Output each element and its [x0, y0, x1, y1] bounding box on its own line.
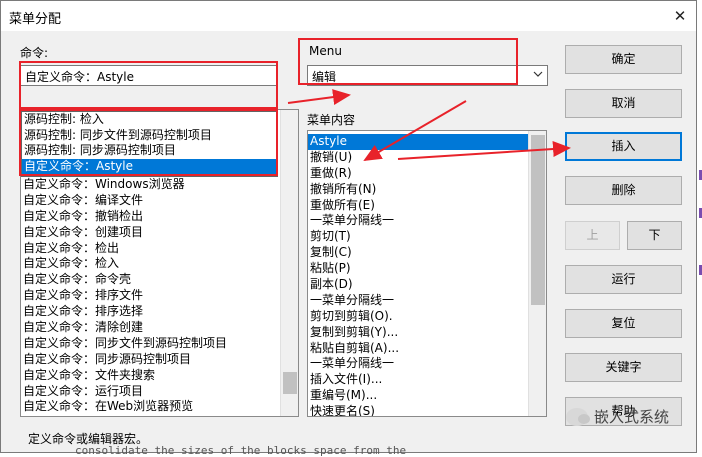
arrow-command-to-menu	[287, 89, 351, 106]
arrow-menu-to-content	[363, 100, 467, 162]
wechat-icon	[566, 407, 590, 426]
watermark-text: 嵌入式系统	[594, 408, 670, 426]
watermark: 嵌入式系统	[566, 406, 669, 427]
arrow-content-to-insert	[397, 141, 571, 160]
annotation-arrows	[287, 89, 571, 162]
